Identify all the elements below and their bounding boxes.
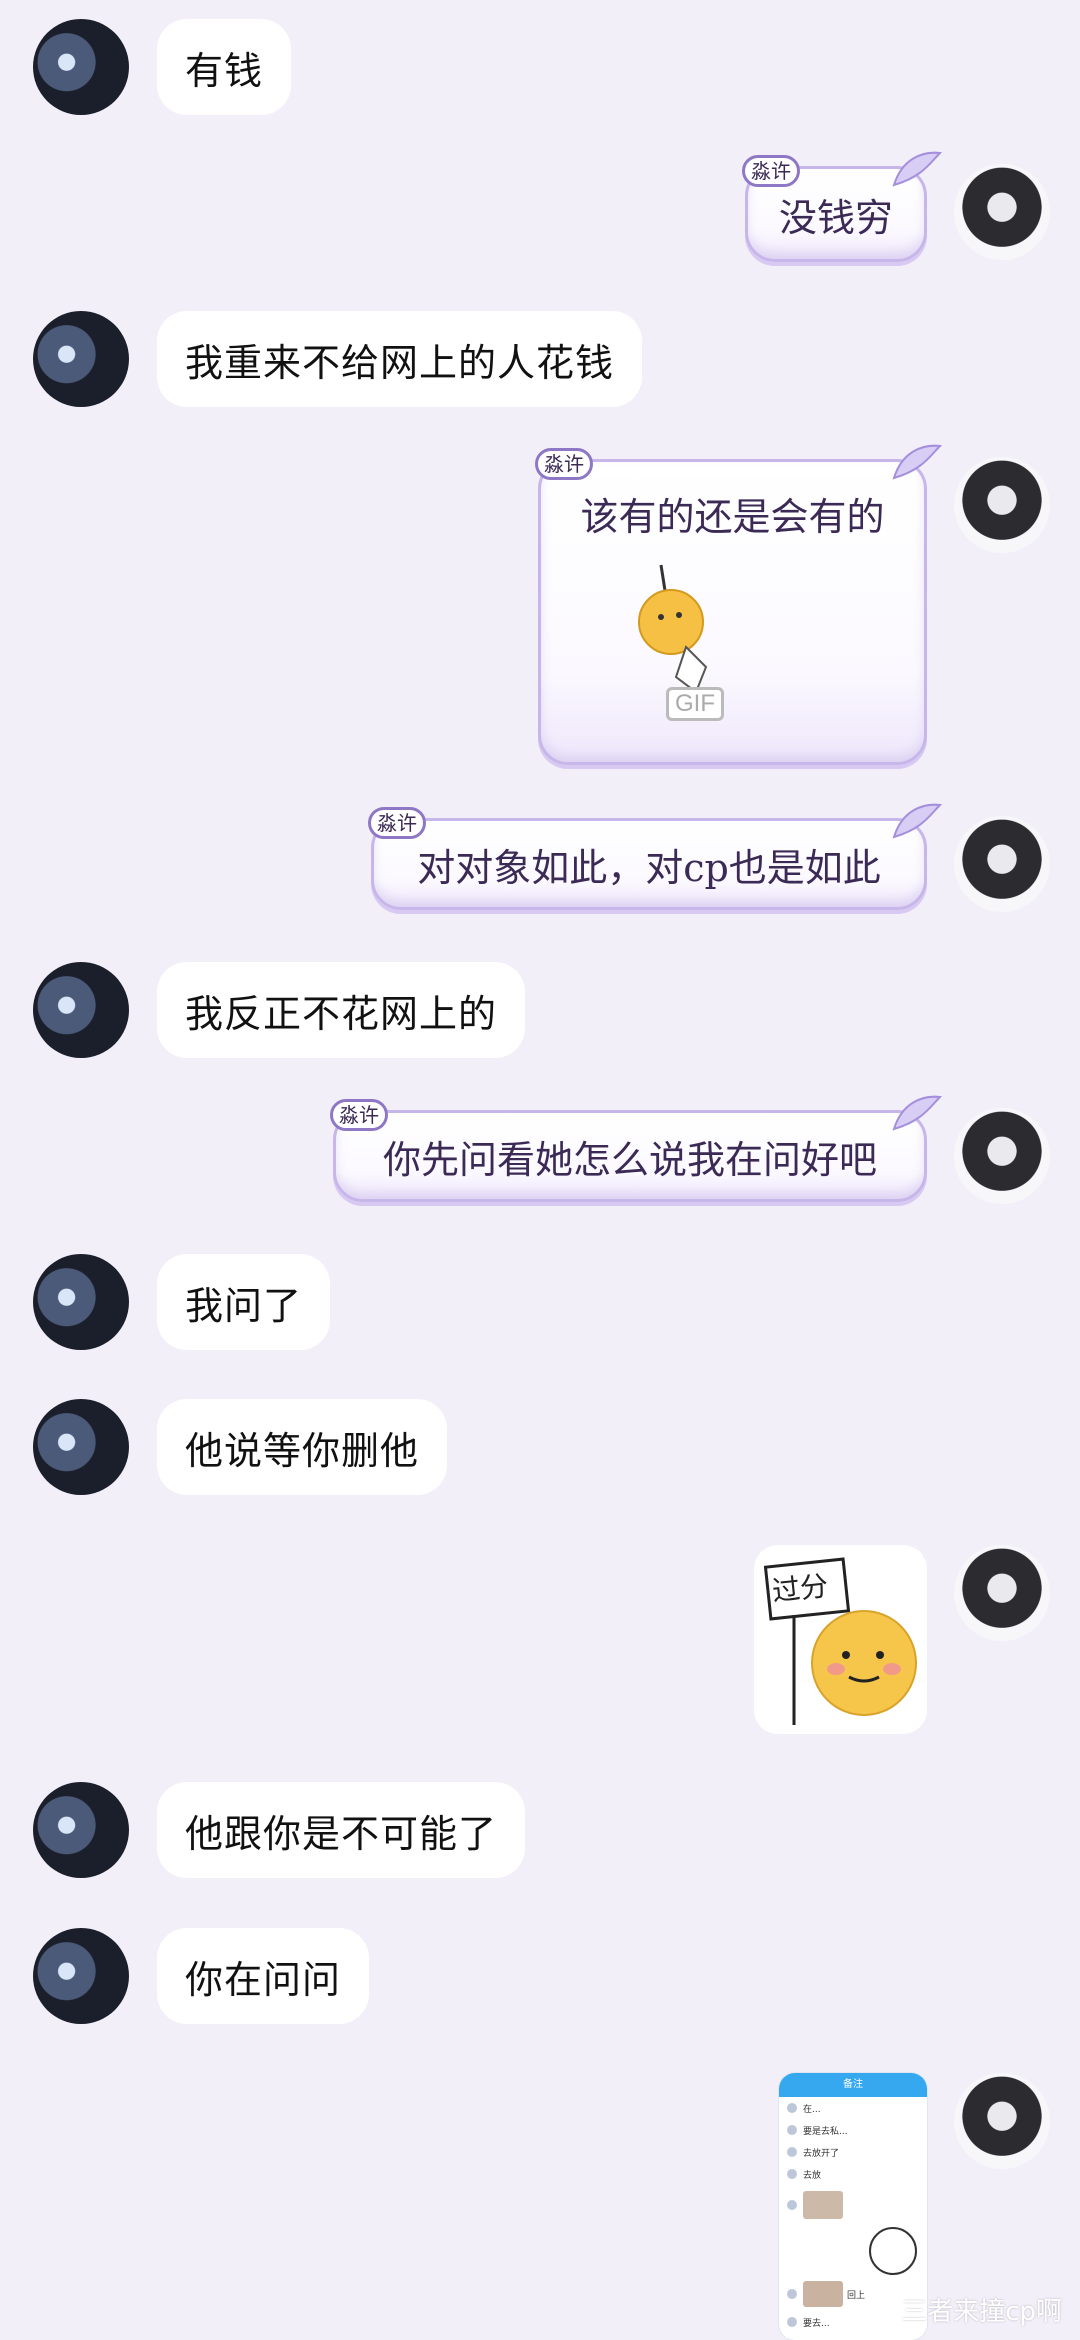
screenshot-avatar [787,2125,797,2135]
screenshot-row-text: 要是去私... [803,2126,848,2137]
contact-avatar[interactable] [33,311,129,407]
message-bubble-incoming[interactable]: 我重来不给网上的人花钱 [157,311,643,407]
orange-sticker-gif[interactable] [611,557,741,707]
contact-avatar[interactable] [33,1254,129,1350]
my-avatar[interactable] [954,1108,1050,1204]
screenshot-row-text: 去放 [803,2170,822,2181]
bubble-tag: 淼许 [742,155,800,187]
message-text: 我反正不花网上的 [185,991,498,1036]
message-text: 对对象如此，对cp也是如此 [417,845,881,890]
bubble-tag: 淼许 [330,1099,388,1131]
screenshot-row: 要是去私... [779,2119,927,2141]
wing-icon [892,444,942,480]
message-bubble-outgoing[interactable]: 淼许 对对象如此，对cp也是如此 [368,803,942,910]
my-avatar[interactable] [954,1545,1050,1641]
message-bubble-incoming[interactable]: 他说等你删他 [157,1399,448,1495]
bubble-tag: 淼许 [535,448,593,480]
screenshot-photo [803,2191,843,2219]
wing-icon [892,803,942,839]
message-bubble-incoming[interactable]: 我反正不花网上的 [157,962,526,1058]
gif-badge: GIF [666,687,724,721]
message-bubble-incoming[interactable]: 我问了 [157,1254,331,1350]
screenshot-row: 去放 [779,2163,927,2185]
contact-avatar[interactable] [33,1399,129,1495]
message-text: 没钱穷 [778,195,893,240]
message-bubble-incoming[interactable]: 你在问问 [157,1928,370,2024]
screenshot-row: 去放开了 [779,2141,927,2163]
message-text: 有钱 [185,48,264,93]
screenshot-row-text: 回上 [847,2290,866,2301]
wing-icon [892,1095,942,1131]
screenshot-row [779,2225,927,2277]
screenshot-avatar [787,2103,797,2113]
message-bubble-incoming[interactable]: 他跟你是不可能了 [157,1782,526,1878]
message-bubble-outgoing[interactable]: 淼许 你先问看她怎么说我在问好吧 [330,1095,942,1202]
contact-avatar[interactable] [33,19,129,115]
message-bubble-outgoing[interactable]: 淼许 该有的还是会有的 GIF [535,444,942,765]
message-bubble-outgoing[interactable]: 淼许 没钱穷 [742,151,942,262]
screenshot-photo [803,2281,843,2307]
message-text: 我问了 [185,1283,303,1328]
screenshot-avatar [787,2317,797,2327]
screenshot-row-text: 要去... [803,2318,830,2329]
my-avatar[interactable] [954,816,1050,912]
screenshot-avatar [787,2289,797,2299]
my-avatar[interactable] [954,457,1050,553]
message-text: 我重来不给网上的人花钱 [185,340,615,385]
sticker-guofen[interactable]: 过分 [754,1545,927,1734]
message-text: 你先问看她怎么说我在问好吧 [382,1137,877,1182]
screenshot-row-text: 在... [803,2104,821,2115]
screenshot-avatar [787,2147,797,2157]
bubble-tag: 淼许 [368,807,426,839]
wing-icon [892,151,942,187]
screenshot-avatar [787,2200,797,2210]
contact-avatar[interactable] [33,962,129,1058]
message-text: 他跟你是不可能了 [185,1811,498,1856]
message-text: 他说等你删他 [185,1428,420,1473]
sticker-sign-text: 过分 [770,1569,830,1608]
screenshot-avatar [787,2169,797,2179]
message-text: 你在问问 [185,1957,342,2002]
screenshot-row [779,2185,927,2225]
contact-avatar[interactable] [33,1782,129,1878]
my-avatar[interactable] [954,164,1050,260]
watermark: 三者来撞cp啊 [901,2297,1062,2327]
screenshot-header: 备注 [779,2073,927,2097]
contact-avatar[interactable] [33,1928,129,2024]
message-text: 该有的还是会有的 [580,495,885,539]
my-avatar[interactable] [954,2073,1050,2169]
message-bubble-incoming[interactable]: 有钱 [157,19,292,115]
panda-sticker-icon [869,2227,917,2275]
screenshot-row: 在... [779,2097,927,2119]
screenshot-row-text: 去放开了 [803,2148,840,2159]
